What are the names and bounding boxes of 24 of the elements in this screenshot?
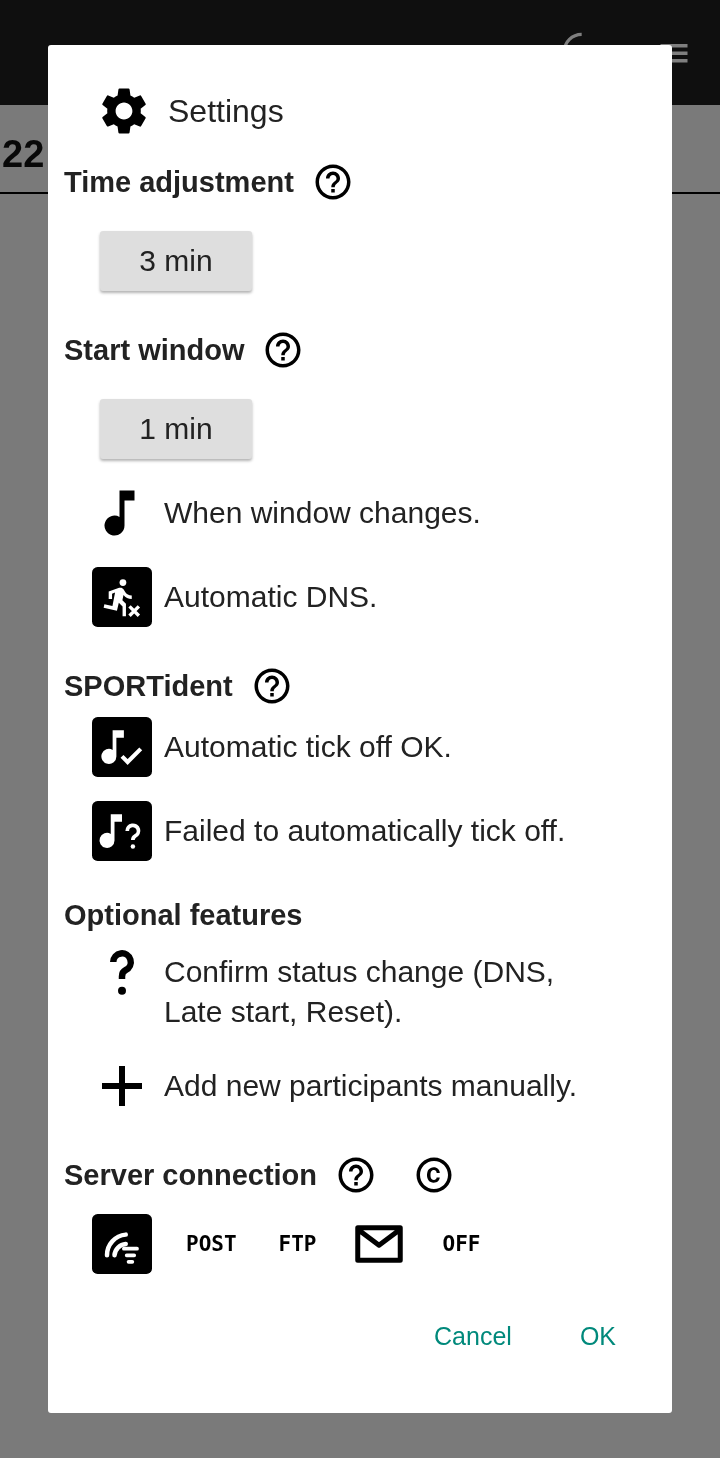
value-button[interactable]: 1 min (100, 399, 252, 459)
dialog-button[interactable]: OK (567, 1314, 628, 1359)
section-heading: Server connection (64, 1158, 318, 1192)
section-heading: Start window (64, 333, 245, 367)
section-heading: SPORTident (64, 669, 233, 703)
option-label: Automatic DNS. (164, 579, 379, 615)
dialog-title: Settings (168, 92, 284, 130)
option-button[interactable]: OFF (432, 1226, 491, 1262)
section-heading: Optional features (64, 899, 303, 932)
option-label: Confirm status change (DNS, Late start, Reset). (164, 954, 556, 1030)
section-heading: Time adjustment (64, 165, 294, 199)
signal-icon[interactable] (92, 1214, 152, 1274)
note-check-icon[interactable] (92, 717, 152, 777)
note-question-icon[interactable] (92, 801, 152, 861)
option-label: Failed to automatically tick off. (164, 813, 567, 849)
option-button[interactable]: POST (176, 1226, 247, 1262)
option-label: Add new participants manually. (164, 1068, 578, 1104)
value-button[interactable]: 3 min (100, 231, 252, 291)
option-button[interactable]: FTP (268, 1226, 327, 1262)
value-text: 22 (2, 133, 45, 177)
dialog-button[interactable]: Cancel (422, 1314, 524, 1359)
option-label: When window changes. (164, 495, 482, 531)
running-person-icon[interactable] (92, 567, 152, 627)
option-label: Automatic tick off OK. (164, 729, 453, 765)
